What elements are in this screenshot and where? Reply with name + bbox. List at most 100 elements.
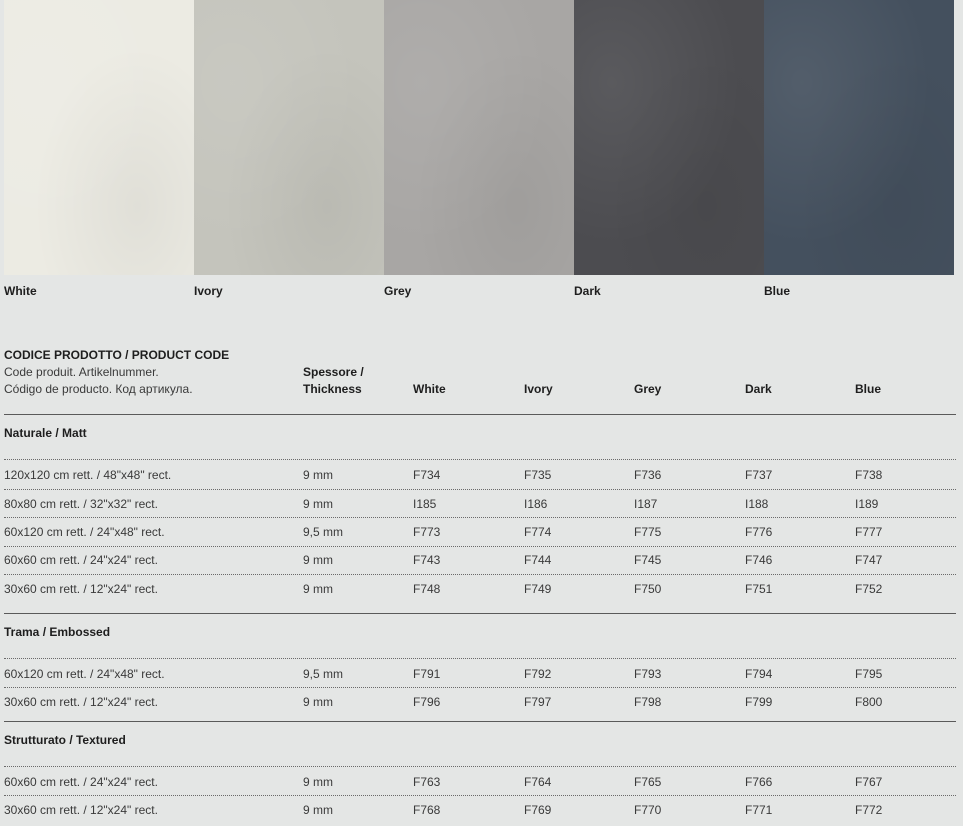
code-cell-grey: F765 — [634, 775, 662, 789]
code-cell-grey: F770 — [634, 803, 662, 817]
thickness-cell: 9 mm — [303, 582, 333, 596]
table-row: 60x120 cm rett. / 24"x48" rect. 9,5 mm F79… — [4, 667, 956, 683]
code-cell-blue: I189 — [855, 497, 879, 511]
swatch-label-ivory: Ivory — [194, 284, 223, 298]
product-code-subtitle-2: Código de producto. Код артикула. — [4, 382, 193, 396]
size-cell: 120x120 cm rett. / 48"x48" rect. — [4, 468, 172, 482]
column-header-dark: Dark — [745, 382, 772, 396]
code-cell-dark: F771 — [745, 803, 773, 817]
code-cell-dark: F776 — [745, 525, 773, 539]
code-cell-grey: F793 — [634, 667, 662, 681]
code-cell-blue: F767 — [855, 775, 883, 789]
code-cell-blue: F777 — [855, 525, 883, 539]
code-cell-white: I185 — [413, 497, 437, 511]
row-divider — [4, 687, 956, 688]
column-header-white: White — [413, 382, 446, 396]
section-title: Naturale / Matt — [4, 426, 87, 440]
code-cell-ivory: F792 — [524, 667, 552, 681]
size-cell: 60x60 cm rett. / 24"x24" rect. — [4, 775, 158, 789]
thickness-cell: 9 mm — [303, 695, 333, 709]
swatch-labels: White Ivory Grey Dark Blue — [4, 284, 954, 298]
swatch-dark — [574, 0, 764, 275]
swatch-label-blue: Blue — [764, 284, 791, 298]
swatch-label-grey: Grey — [384, 284, 412, 298]
code-cell-dark: F794 — [745, 667, 773, 681]
table-row: 80x80 cm rett. / 32"x32" rect. 9 mm I185 I1… — [4, 497, 956, 513]
code-cell-dark: F766 — [745, 775, 773, 789]
table-row: 30x60 cm rett. / 12"x24" rect. 9 mm F796 F7… — [4, 695, 956, 711]
code-cell-white: F763 — [413, 775, 441, 789]
code-cell-white: F791 — [413, 667, 441, 681]
product-code-subtitle-1: Code produit. Artikelnummer. — [4, 365, 159, 379]
row-divider — [4, 489, 956, 490]
thickness-cell: 9 mm — [303, 775, 333, 789]
swatch-ivory — [194, 0, 384, 275]
code-cell-dark: F751 — [745, 582, 773, 596]
code-cell-white: F734 — [413, 468, 441, 482]
code-cell-ivory: F774 — [524, 525, 552, 539]
code-cell-blue: F752 — [855, 582, 883, 596]
code-cell-ivory: F797 — [524, 695, 552, 709]
thickness-cell: 9 mm — [303, 468, 333, 482]
row-divider — [4, 517, 956, 518]
section-divider — [4, 613, 956, 614]
code-cell-ivory: F735 — [524, 468, 552, 482]
code-cell-white: F773 — [413, 525, 441, 539]
code-cell-ivory: F764 — [524, 775, 552, 789]
swatch-white — [4, 0, 194, 275]
section-title: Trama / Embossed — [4, 625, 111, 639]
row-divider — [4, 795, 956, 796]
column-header-ivory: Ivory — [524, 382, 553, 396]
table-row: 120x120 cm rett. / 48"x48" rect. 9 mm F734… — [4, 468, 956, 484]
section-divider — [4, 721, 956, 722]
table-row: 60x60 cm rett. / 24"x24" rect. 9 mm F763 F7… — [4, 775, 956, 791]
section-title: Strutturato / Textured — [4, 733, 126, 747]
thickness-cell: 9 mm — [303, 803, 333, 817]
thickness-cell: 9,5 mm — [303, 667, 344, 681]
code-cell-blue: F738 — [855, 468, 883, 482]
color-swatches — [4, 0, 954, 275]
row-divider — [4, 658, 956, 659]
table-row: 60x120 cm rett. / 24"x48" rect. 9,5 mm F77… — [4, 525, 956, 541]
code-cell-dark: F799 — [745, 695, 773, 709]
thickness-cell: 9 mm — [303, 497, 333, 511]
size-cell: 30x60 cm rett. / 12"x24" rect. — [4, 582, 158, 596]
row-divider — [4, 766, 956, 767]
code-cell-dark: F746 — [745, 553, 773, 567]
code-cell-white: F768 — [413, 803, 441, 817]
column-header-blue: Blue — [855, 382, 882, 396]
code-cell-grey: F750 — [634, 582, 662, 596]
code-cell-blue: F795 — [855, 667, 883, 681]
code-cell-grey: F745 — [634, 553, 662, 567]
code-cell-grey: F736 — [634, 468, 662, 482]
swatch-label-white: White — [4, 284, 37, 298]
code-cell-grey: F798 — [634, 695, 662, 709]
size-cell: 60x120 cm rett. / 24"x48" rect. — [4, 525, 165, 539]
thickness-header-line2: Thickness — [303, 382, 362, 396]
column-header-grey: Grey — [634, 382, 662, 396]
size-cell: 80x80 cm rett. / 32"x32" rect. — [4, 497, 158, 511]
product-code-title: CODICE PRODOTTO / PRODUCT CODE — [4, 348, 230, 362]
code-cell-grey: F775 — [634, 525, 662, 539]
row-divider — [4, 546, 956, 547]
table-row: 30x60 cm rett. / 12"x24" rect. 9 mm F748 F7… — [4, 582, 956, 598]
thickness-cell: 9,5 mm — [303, 525, 344, 539]
code-cell-blue: F800 — [855, 695, 883, 709]
code-cell-blue: F772 — [855, 803, 883, 817]
swatch-label-dark: Dark — [574, 284, 601, 298]
thickness-header-line1: Spessore / — [303, 365, 364, 379]
table-header: CODICE PRODOTTO / PRODUCT CODE Code prod… — [4, 348, 956, 410]
code-cell-blue: F747 — [855, 553, 883, 567]
swatch-blue — [764, 0, 954, 275]
row-divider — [4, 574, 956, 575]
table-row: 30x60 cm rett. / 12"x24" rect. 9 mm F768 F7… — [4, 803, 956, 819]
size-cell: 60x60 cm rett. / 24"x24" rect. — [4, 553, 158, 567]
size-cell: 30x60 cm rett. / 12"x24" rect. — [4, 695, 158, 709]
code-cell-ivory: F769 — [524, 803, 552, 817]
table-row: 60x60 cm rett. / 24"x24" rect. 9 mm F743 F7… — [4, 553, 956, 569]
swatch-grey — [384, 0, 574, 275]
code-cell-white: F796 — [413, 695, 441, 709]
row-divider — [4, 459, 956, 460]
code-cell-ivory: I186 — [524, 497, 548, 511]
code-cell-dark: F737 — [745, 468, 773, 482]
